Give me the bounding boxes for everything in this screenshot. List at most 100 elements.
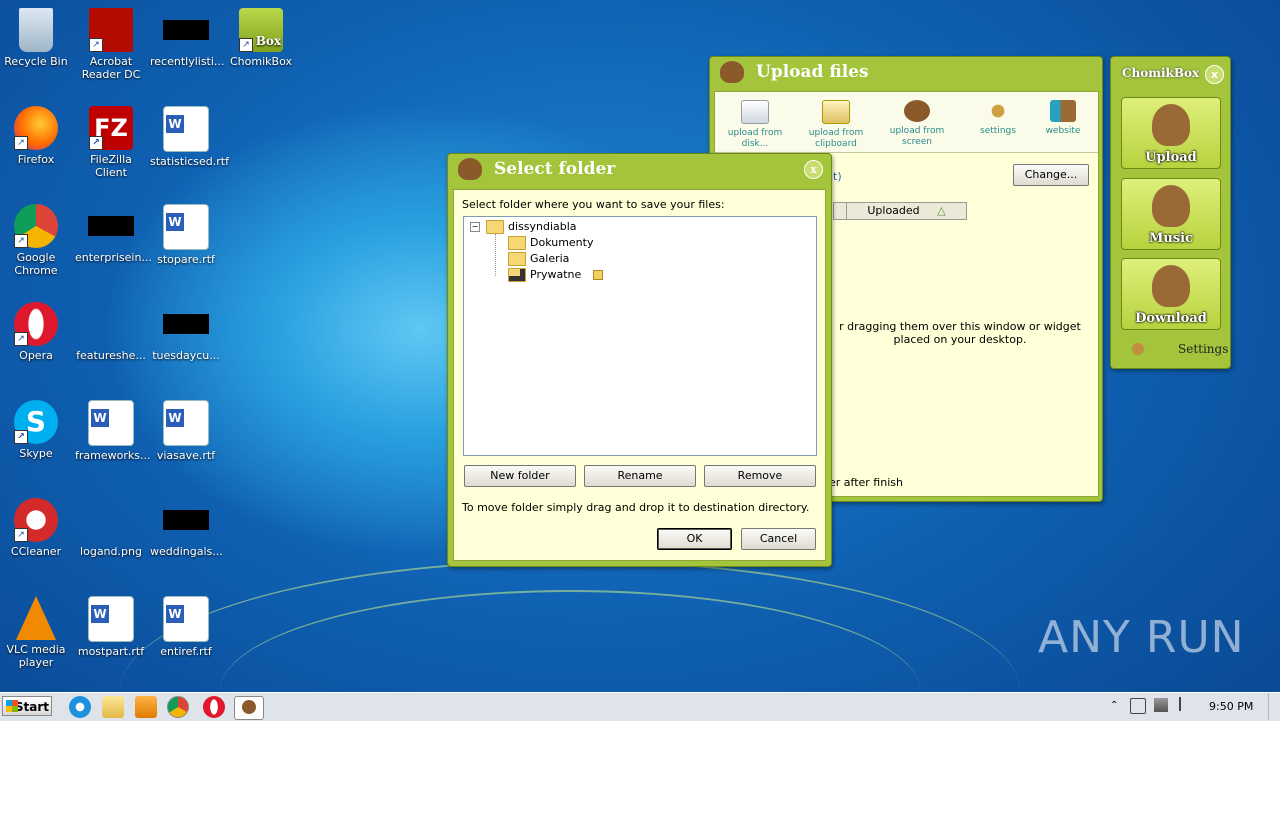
upload-from-clipboard-button[interactable]: upload from clipboard	[796, 92, 876, 149]
desktop-icon-recentlylisti[interactable]: recentlylisti...	[150, 8, 224, 68]
select-folder-title-text: Select folder	[494, 159, 616, 179]
desktop-icon-chomikbox[interactable]: Box ↗ ChomikBox	[225, 8, 297, 68]
upload-from-disk-button[interactable]: upload from disk...	[715, 92, 795, 149]
network-icon[interactable]	[1154, 698, 1168, 712]
desktop-icon-chrome[interactable]: ↗ Google Chrome	[0, 204, 72, 277]
desktop-icon-logand[interactable]: logand.png	[75, 498, 147, 558]
rename-button[interactable]: Rename	[584, 465, 696, 487]
desktop-icon-firefox[interactable]: ↗ Firefox	[0, 106, 72, 166]
select-folder-title[interactable]: Select folder x	[448, 154, 831, 184]
opera-taskbar-icon[interactable]	[203, 696, 225, 718]
desktop-icon-label: tuesdaycu...	[152, 349, 220, 362]
start-button[interactable]: Start	[2, 696, 52, 716]
tree-node-dokumenty[interactable]: Dokumenty	[508, 236, 593, 250]
windows-logo-icon	[6, 700, 18, 712]
tree-node-galeria[interactable]: Galeria	[508, 252, 569, 266]
desktop-icon-weddingals[interactable]: weddingals...	[150, 498, 223, 558]
desktop-icon-filezilla[interactable]: FZ ↗ FileZilla Client	[75, 106, 147, 179]
column-uploaded[interactable]: Uploaded △	[846, 203, 966, 219]
column-uploaded-label: Uploaded	[867, 204, 920, 217]
tree-node-prywatne[interactable]: Prywatne	[508, 268, 603, 282]
website-button[interactable]: website	[1023, 92, 1103, 146]
speaker-icon[interactable]	[1130, 698, 1146, 714]
chrome-icon: ↗	[14, 204, 58, 248]
folder-icon	[508, 252, 526, 266]
word-document-icon	[163, 204, 209, 250]
close-icon[interactable]: x	[804, 160, 823, 179]
start-label: Start	[14, 700, 49, 714]
widget-upload-label: Upload	[1145, 150, 1197, 165]
show-desktop-button[interactable]	[1268, 693, 1279, 720]
action-center-flag-icon[interactable]	[1179, 697, 1193, 711]
ok-button[interactable]: OK	[657, 528, 732, 550]
desktop-icon-opera[interactable]: ↗ Opera	[0, 302, 72, 362]
tree-node-root[interactable]: − dissyndiabla	[470, 220, 577, 234]
opera-icon: ↗	[14, 302, 58, 346]
desktop-icon-mostpart[interactable]: mostpart.rtf	[75, 596, 147, 658]
redacted-thumbnail-icon	[163, 510, 209, 530]
after-finish-option[interactable]: er after finish	[829, 476, 903, 489]
desktop-icon-label: enterprisein...	[75, 251, 152, 264]
change-button[interactable]: Change...	[1013, 164, 1089, 186]
internet-explorer-icon[interactable]	[69, 696, 91, 718]
desktop-icon-label: Acrobat Reader DC	[81, 55, 141, 81]
desktop-icon-vlc[interactable]: VLC media player	[0, 596, 72, 669]
desktop-icon-label: FileZilla Client	[90, 153, 132, 179]
widget-settings-link[interactable]: Settings	[1178, 342, 1228, 356]
desktop-icon-label: frameworks...	[75, 449, 151, 462]
website-icon	[1050, 100, 1076, 122]
desktop-icon-tuesdaycu[interactable]: tuesdaycu...	[150, 302, 222, 362]
hamster-icon	[242, 700, 256, 714]
widget-music-button[interactable]: Music	[1121, 178, 1221, 250]
chomik-logo-icon	[720, 61, 744, 83]
desktop-icon-entiref[interactable]: entiref.rtf	[150, 596, 222, 658]
select-folder-instruction: Select folder where you want to save you…	[462, 198, 725, 211]
word-document-icon	[163, 400, 209, 446]
widget-music-label: Music	[1148, 231, 1193, 246]
desktop-icon-enterpriseinfo[interactable]: enterprisein...	[75, 204, 152, 264]
desktop-icon-skype[interactable]: S ↗ Skype	[0, 400, 72, 460]
desktop-icon-statisticsed[interactable]: statisticsed.rtf	[150, 106, 229, 168]
folder-tree[interactable]: − dissyndiabla Dokumenty Galeria Prywatne	[463, 216, 817, 456]
desktop-icon-acrobat[interactable]: ↗ Acrobat Reader DC	[75, 8, 147, 81]
new-folder-button[interactable]: New folder	[464, 465, 576, 487]
chomik-logo-icon	[458, 158, 482, 180]
desktop-icon-label: viasave.rtf	[156, 449, 216, 462]
desktop-icon-recycle-bin[interactable]: Recycle Bin	[0, 8, 72, 68]
hamster-download-icon	[1152, 265, 1190, 307]
show-hidden-icons-chevron-icon[interactable]: ⌃	[1110, 700, 1118, 711]
desktop-icon-label: Recycle Bin	[4, 55, 68, 68]
chomikbox-taskbar-icon[interactable]	[234, 696, 264, 720]
skype-icon: S ↗	[14, 400, 58, 444]
widget-close-icon[interactable]: x	[1205, 65, 1224, 84]
upload-from-screen-button[interactable]: upload from screen	[877, 92, 957, 147]
desktop-icon-label: entiref.rtf	[160, 645, 212, 658]
clock[interactable]: 9:50 PM	[1209, 700, 1253, 713]
widget-gear-icon[interactable]	[1124, 341, 1152, 357]
wallpaper-streak	[220, 590, 920, 792]
widget-upload-button[interactable]: Upload	[1121, 97, 1221, 169]
tree-node-label: dissyndiabla	[508, 220, 577, 233]
desktop-icon-ccleaner[interactable]: ↗ CCleaner	[0, 498, 72, 558]
upload-window-title[interactable]: Upload files	[710, 57, 1102, 87]
drag-hint-text: r dragging them over this window or widg…	[839, 320, 1081, 346]
hamster-upload-icon	[1152, 104, 1190, 146]
clipboard-icon	[822, 100, 850, 124]
widget-download-button[interactable]: Download	[1121, 258, 1221, 330]
chrome-taskbar-icon[interactable]	[167, 696, 189, 718]
desktop-icon-frameworks[interactable]: frameworks...	[75, 400, 151, 462]
desktop-icon-label: ChomikBox	[230, 55, 292, 68]
media-player-icon[interactable]	[135, 696, 157, 718]
collapse-toggle-icon[interactable]: −	[470, 222, 480, 232]
remove-button[interactable]: Remove	[704, 465, 816, 487]
desktop-icon-label: mostpart.rtf	[77, 645, 145, 658]
desktop-icon-featureshe[interactable]: featureshe...	[75, 302, 147, 362]
upload-disk-icon	[741, 100, 769, 124]
desktop-icon-viasave[interactable]: viasave.rtf	[150, 400, 222, 462]
file-explorer-icon[interactable]	[102, 696, 124, 718]
destination-link[interactable]: t)	[833, 170, 842, 183]
cancel-button[interactable]: Cancel	[741, 528, 816, 550]
desktop-icon-stopare[interactable]: stopare.rtf	[150, 204, 222, 266]
desktop-icon-label: stopare.rtf	[157, 253, 215, 266]
tree-node-label: Galeria	[530, 252, 570, 265]
